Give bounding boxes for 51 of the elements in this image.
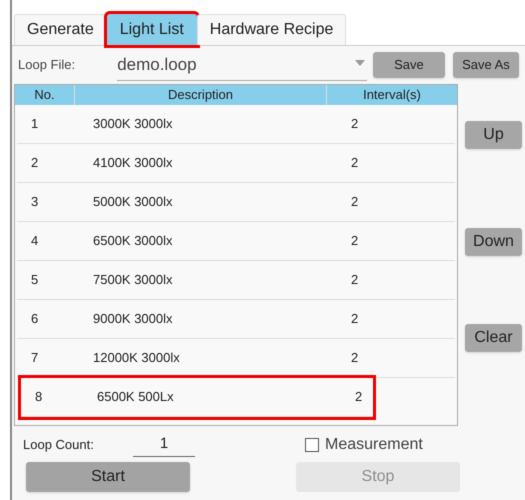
table-cell-text: 2 bbox=[350, 232, 358, 250]
tab[interactable]: Generate bbox=[14, 14, 107, 45]
table-cell-text: 5 bbox=[30, 271, 40, 290]
table-row[interactable]: 2 4100K 3000lx 2 bbox=[17, 144, 455, 183]
measurement-checkbox[interactable] bbox=[305, 438, 319, 452]
table-cell-text: 3000K 3000lx bbox=[92, 115, 174, 134]
column-header: Interval(s) bbox=[362, 86, 422, 104]
table-row[interactable]: 5 7500K 3000lx 2 bbox=[17, 261, 455, 300]
table-cell-text: 2 bbox=[354, 388, 362, 406]
table-cell-text: 2 bbox=[350, 115, 358, 134]
field-label: Loop File: bbox=[18, 56, 76, 74]
tab[interactable]: Light List bbox=[106, 14, 197, 45]
table-cell-text: 4 bbox=[30, 232, 40, 250]
loop-file-dropdown[interactable]: demo.loop bbox=[117, 49, 367, 81]
table-cell-text: 7 bbox=[30, 349, 40, 368]
table-row[interactable]: 7 12000K 3000lx 2 bbox=[17, 339, 455, 378]
table-cell-text: 2 bbox=[350, 310, 358, 328]
side-button[interactable]: Up bbox=[465, 121, 522, 149]
file-button[interactable]: Save bbox=[372, 52, 445, 78]
side-button[interactable]: Clear bbox=[465, 324, 522, 352]
column-header: No. bbox=[15, 85, 75, 105]
table-cell-text: 5000K 3000lx bbox=[92, 193, 174, 212]
table-cell-text: 6500K 500Lx bbox=[96, 388, 175, 406]
action-button[interactable]: Start bbox=[26, 462, 190, 492]
table-cell-text: 12000K 3000lx bbox=[92, 349, 181, 368]
table-cell-text: 2 bbox=[30, 154, 40, 172]
table-cell-text: 4100K 3000lx bbox=[92, 154, 174, 172]
table-cell-text: 3 bbox=[30, 193, 40, 212]
table-cell-text: 2 bbox=[350, 271, 358, 290]
table-cell-text: 2 bbox=[350, 154, 358, 172]
caret-icon bbox=[354, 60, 365, 66]
table-cell-text: 7500K 3000lx bbox=[92, 271, 174, 290]
table-row[interactable]: 6 9000K 3000lx 2 bbox=[17, 300, 455, 339]
table-row[interactable]: 3 5000K 3000lx 2 bbox=[17, 183, 455, 222]
table-cell-text: 6500K 3000lx bbox=[92, 232, 174, 250]
table-row[interactable]: 8 6500K 500Lx 2 bbox=[21, 378, 373, 417]
checkbox-label: Measurement bbox=[325, 435, 423, 455]
file-button[interactable]: Save As bbox=[452, 52, 519, 78]
table-cell-text: 2 bbox=[350, 349, 358, 368]
table-row[interactable]: 4 6500K 3000lx 2 bbox=[17, 222, 455, 261]
table-cell-text: 8 bbox=[34, 388, 44, 406]
table-row[interactable]: 1 3000K 3000lx 2 bbox=[17, 105, 455, 144]
column-header: Description bbox=[75, 85, 327, 105]
table-cell-text: 6 bbox=[30, 310, 40, 328]
table-cell-text: 9000K 3000lx bbox=[92, 310, 174, 328]
table-cell-text: 1 bbox=[30, 115, 40, 134]
table-cell-text: 2 bbox=[350, 193, 358, 212]
tab[interactable]: Hardware Recipe bbox=[196, 14, 346, 45]
side-button[interactable]: Down bbox=[465, 228, 522, 256]
field-label: Loop Count: bbox=[23, 436, 95, 454]
loop-count-field[interactable]: 1 bbox=[133, 433, 195, 457]
